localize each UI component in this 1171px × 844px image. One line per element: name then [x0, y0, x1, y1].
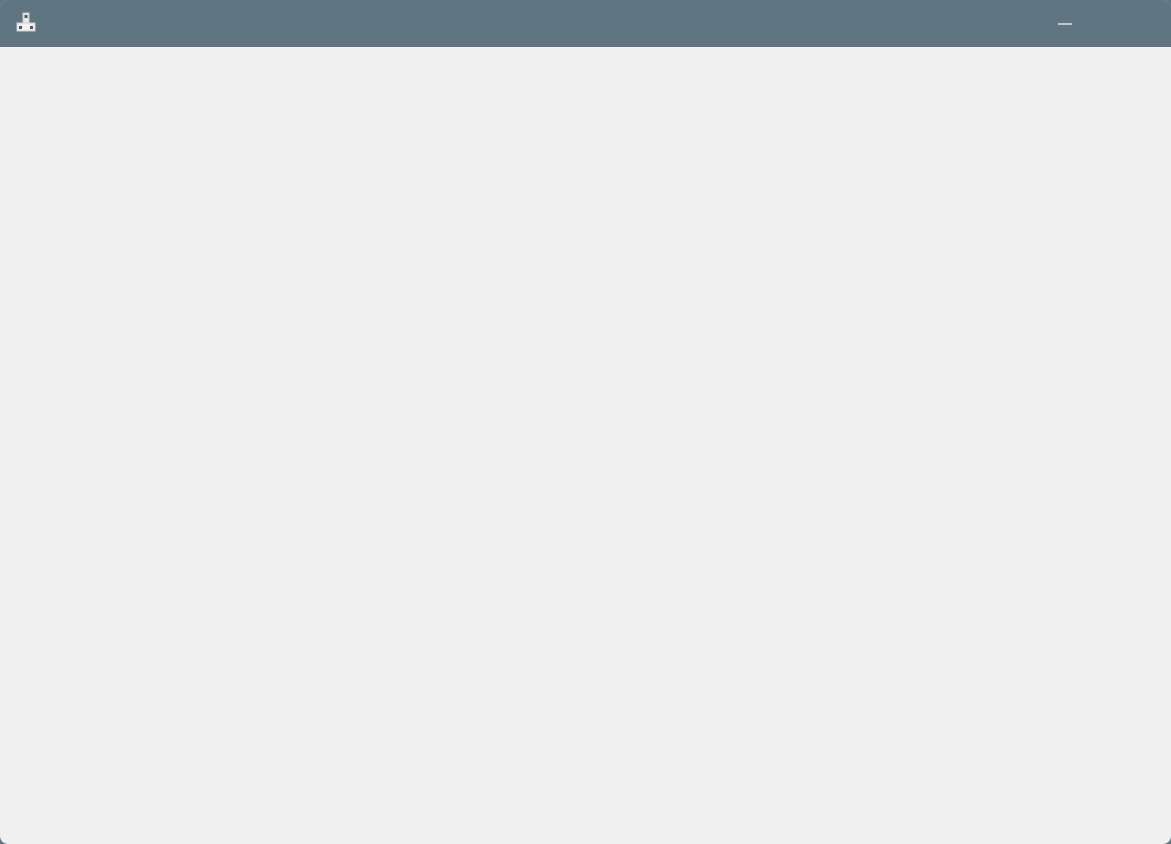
- title-bar: [0, 0, 1171, 47]
- device-manager-app-icon: [16, 12, 36, 32]
- device-manager-window: [0, 0, 1171, 844]
